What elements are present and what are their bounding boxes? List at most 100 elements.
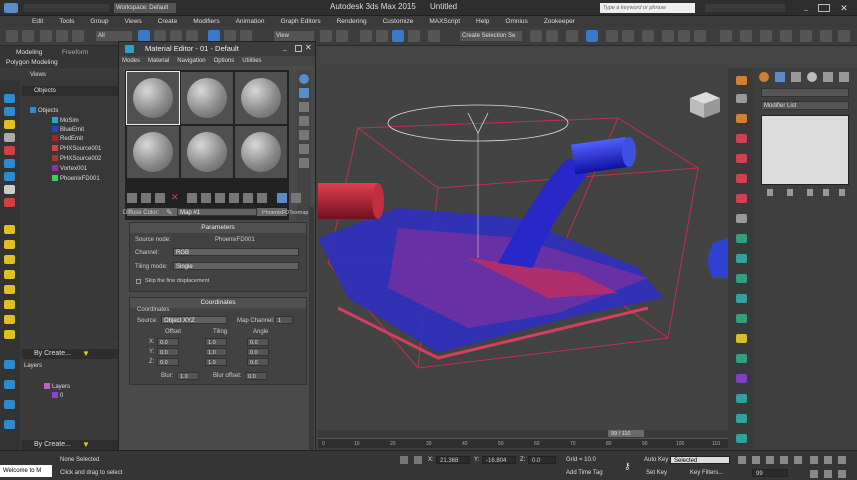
blur-spinner[interactable]: 1.0	[177, 372, 199, 380]
tab-freeform[interactable]: Freeform	[62, 49, 88, 56]
backlight-icon[interactable]	[299, 88, 309, 98]
remove-modifier-icon[interactable]	[823, 189, 829, 196]
pan-icon[interactable]	[810, 470, 818, 478]
list-item[interactable]: PHXSource002	[52, 155, 101, 164]
angle-x-spinner[interactable]: 0.0	[247, 338, 269, 346]
quick-access-toolbar[interactable]	[24, 4, 109, 12]
side-tool-icon[interactable]	[736, 394, 747, 403]
menu-omnius[interactable]: Omnius	[497, 16, 535, 27]
undo-icon[interactable]	[6, 30, 18, 42]
video-color-icon[interactable]	[299, 130, 309, 140]
go-parent-icon[interactable]	[257, 193, 267, 203]
prev-frame-icon[interactable]	[752, 456, 760, 464]
maximize-viewport-icon[interactable]	[838, 470, 846, 478]
background-icon[interactable]	[299, 102, 309, 112]
maximize-button[interactable]	[818, 4, 830, 12]
render-frame-icon[interactable]	[678, 30, 690, 42]
unlink-icon[interactable]	[56, 30, 68, 42]
time-slider[interactable]: 99 / 110	[608, 430, 644, 437]
mirror-icon[interactable]	[530, 30, 542, 42]
sample-slot[interactable]	[126, 71, 180, 125]
extra-icon-3[interactable]	[760, 30, 772, 42]
tube-create-icon[interactable]	[4, 300, 15, 309]
list-item[interactable]: BlueEmit	[52, 126, 84, 135]
list-item[interactable]: PhoenixFD001	[52, 175, 100, 184]
show-end-icon[interactable]	[243, 193, 253, 203]
shape-create-icon[interactable]	[4, 185, 15, 194]
maxscript-listener[interactable]: Welcome to M	[0, 465, 52, 477]
angle-y-spinner[interactable]: 0.0	[247, 348, 269, 356]
skip-displacement-checkbox[interactable]	[136, 279, 141, 284]
mat-menu-material[interactable]: Material	[145, 58, 172, 64]
named-selection-dropdown[interactable]: Create Selection Se	[460, 31, 522, 41]
menu-animation[interactable]: Animation	[228, 16, 273, 27]
workspace-dropdown[interactable]: Workspace: Default	[114, 3, 176, 13]
perspective-viewport[interactable]	[318, 68, 728, 430]
next-frame-icon[interactable]	[780, 456, 788, 464]
auto-key-button[interactable]: Auto Key	[644, 457, 668, 463]
key-filters-button[interactable]: Key Filters...	[690, 470, 723, 476]
by-create-bar-2[interactable]: By Create... ▼	[22, 440, 118, 450]
offset-y-spinner[interactable]: 0.0	[157, 348, 179, 356]
side-tool-icon[interactable]	[736, 214, 747, 223]
spacewarp-create-icon[interactable]	[4, 159, 15, 168]
menu-customize[interactable]: Customize	[375, 16, 422, 27]
side-tool-icon[interactable]	[736, 354, 747, 363]
menu-create[interactable]: Create	[150, 16, 186, 27]
mat-close-button[interactable]: ✕	[305, 43, 312, 52]
blur-offset-spinner[interactable]: 0.0	[245, 372, 267, 380]
side-tool-icon[interactable]	[736, 174, 747, 183]
put-to-scene-icon[interactable]	[141, 193, 151, 203]
side-tool-icon[interactable]	[736, 434, 747, 443]
layer-icon-2[interactable]	[4, 380, 15, 389]
tab-modeling[interactable]: Modeling	[16, 49, 42, 56]
get-material-icon[interactable]	[127, 193, 137, 203]
menu-group[interactable]: Group	[82, 16, 116, 27]
material-editor-window[interactable]: Material Editor - 01 - Default _ ✕ Modes…	[118, 41, 316, 480]
plane-create-icon[interactable]	[4, 330, 15, 339]
app-logo-icon[interactable]	[4, 3, 18, 13]
mat-minimize-button[interactable]: _	[283, 44, 292, 53]
reset-icon[interactable]: ✕	[171, 192, 179, 202]
tiling-x-spinner[interactable]: 1.0	[205, 338, 227, 346]
source-node-value[interactable]: PhoenixFD001	[215, 237, 255, 243]
make-preview-icon[interactable]	[299, 144, 309, 154]
configure-sets-icon[interactable]	[839, 189, 845, 196]
explorer-root[interactable]: Objects	[30, 107, 58, 116]
help-icons[interactable]	[705, 4, 785, 12]
cylinder-create-icon[interactable]	[4, 255, 15, 264]
show-end-result-icon[interactable]	[787, 189, 793, 196]
redo-icon[interactable]	[22, 30, 34, 42]
sample-type-icon[interactable]	[299, 74, 309, 84]
material-id-icon[interactable]	[215, 193, 225, 203]
mat-menu-navigation[interactable]: Navigation	[174, 58, 208, 64]
make-unique-stack-icon[interactable]	[807, 189, 813, 196]
teapot-create-icon[interactable]	[4, 225, 15, 234]
orbit-icon[interactable]	[824, 470, 832, 478]
play-icon[interactable]	[766, 456, 774, 464]
side-tool-icon[interactable]	[736, 254, 747, 263]
z-coord-field[interactable]: 0.0	[528, 456, 556, 464]
map-name-field[interactable]: Map #1	[177, 208, 257, 216]
spinner-snap-icon[interactable]	[408, 30, 420, 42]
layer-icon-4[interactable]	[4, 420, 15, 429]
schematic-icon[interactable]	[622, 30, 634, 42]
x-coord-field[interactable]: 21.368	[436, 456, 470, 464]
key-icon[interactable]: ⚷	[624, 461, 631, 472]
sample-slot[interactable]	[235, 72, 287, 124]
set-key-button[interactable]: Set Key	[646, 470, 667, 476]
add-time-tag-button[interactable]: Add Time Tag	[566, 470, 603, 476]
zoom-all-icon[interactable]	[824, 456, 832, 464]
views-tab[interactable]: Views	[30, 72, 46, 78]
mat-menu-modes[interactable]: Modes	[119, 58, 143, 64]
lock-selection-icon[interactable]	[400, 456, 408, 464]
menu-help[interactable]: Help	[468, 16, 497, 27]
layer-icon[interactable]	[566, 30, 578, 42]
channel-dropdown[interactable]: RGB	[173, 248, 299, 256]
menu-rendering[interactable]: Rendering	[329, 16, 375, 27]
list-item[interactable]: Vortex001	[52, 165, 87, 174]
search-input[interactable]: Type a keyword or phrase	[600, 3, 695, 13]
layer-icon-1[interactable]	[4, 360, 15, 369]
side-tool-icon[interactable]	[736, 234, 747, 243]
menu-maxscript[interactable]: MAXScript	[421, 16, 468, 27]
